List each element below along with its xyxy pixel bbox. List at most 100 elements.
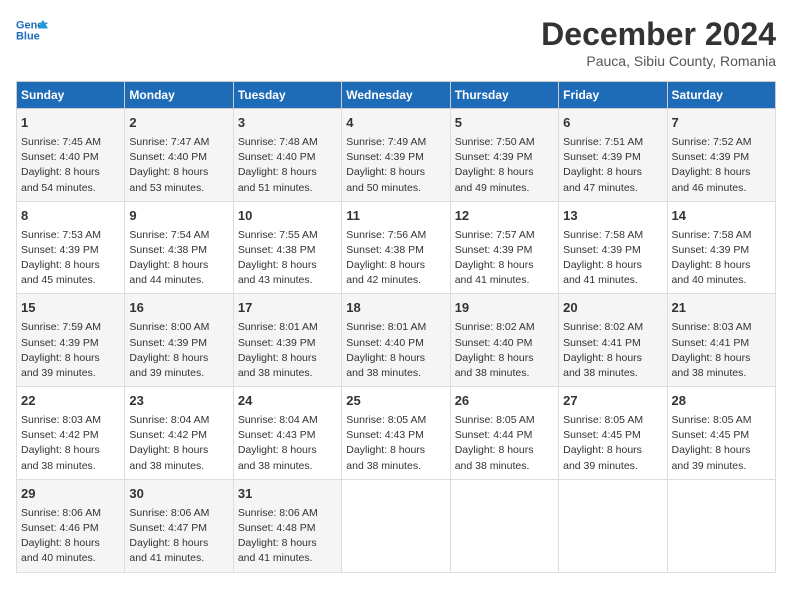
calendar-cell: 1 Sunrise: 7:45 AM Sunset: 4:40 PM Daylig…	[17, 109, 125, 202]
calendar-cell: 7 Sunrise: 7:52 AM Sunset: 4:39 PM Daylig…	[667, 109, 775, 202]
calendar-cell	[667, 479, 775, 572]
calendar-cell: 2 Sunrise: 7:47 AM Sunset: 4:40 PM Daylig…	[125, 109, 233, 202]
day-number: 26	[455, 392, 554, 411]
day-number: 23	[129, 392, 228, 411]
calendar-cell: 8 Sunrise: 7:53 AM Sunset: 4:39 PM Daylig…	[17, 201, 125, 294]
day-number: 22	[21, 392, 120, 411]
calendar-cell: 18Sunrise: 8:01 AM Sunset: 4:40 PM Dayli…	[342, 294, 450, 387]
calendar-cell	[559, 479, 667, 572]
day-number: 11	[346, 207, 445, 226]
day-number: 16	[129, 299, 228, 318]
day-number: 25	[346, 392, 445, 411]
day-info: Sunrise: 7:50 AM Sunset: 4:39 PM Dayligh…	[455, 135, 554, 196]
calendar-cell: 6Sunrise: 7:51 AM Sunset: 4:39 PM Daylig…	[559, 109, 667, 202]
day-info: Sunrise: 7:45 AM Sunset: 4:40 PM Dayligh…	[21, 135, 120, 196]
calendar-cell: 9Sunrise: 7:54 AM Sunset: 4:38 PM Daylig…	[125, 201, 233, 294]
day-info: Sunrise: 8:06 AM Sunset: 4:48 PM Dayligh…	[238, 506, 337, 567]
day-info: Sunrise: 8:06 AM Sunset: 4:46 PM Dayligh…	[21, 506, 120, 567]
calendar-cell: 28 Sunrise: 8:05 AM Sunset: 4:45 PM Dayli…	[667, 387, 775, 480]
logo: General Blue	[16, 16, 48, 44]
calendar-cell: 23 Sunrise: 8:04 AM Sunset: 4:42 PM Dayli…	[125, 387, 233, 480]
day-number: 20	[563, 299, 662, 318]
day-number: 29	[21, 485, 120, 504]
weekday-header-wednesday: Wednesday	[342, 82, 450, 109]
calendar-cell: 19 Sunrise: 8:02 AM Sunset: 4:40 PM Dayli…	[450, 294, 558, 387]
calendar-week-3: 15 Sunrise: 7:59 AM Sunset: 4:39 PM Dayli…	[17, 294, 776, 387]
day-number: 28	[672, 392, 771, 411]
day-info: Sunrise: 7:47 AM Sunset: 4:40 PM Dayligh…	[129, 135, 228, 196]
day-number: 13	[563, 207, 662, 226]
day-number: 15	[21, 299, 120, 318]
calendar-header-row: SundayMondayTuesdayWednesdayThursdayFrid…	[17, 82, 776, 109]
calendar-table: SundayMondayTuesdayWednesdayThursdayFrid…	[16, 81, 776, 573]
weekday-header-sunday: Sunday	[17, 82, 125, 109]
day-info: Sunrise: 8:04 AM Sunset: 4:43 PM Dayligh…	[238, 413, 337, 474]
day-number: 9	[129, 207, 228, 226]
day-info: Sunrise: 8:03 AM Sunset: 4:41 PM Dayligh…	[672, 320, 771, 381]
logo-icon: General Blue	[16, 16, 48, 44]
day-info: Sunrise: 7:58 AM Sunset: 4:39 PM Dayligh…	[672, 228, 771, 289]
calendar-cell: 17 Sunrise: 8:01 AM Sunset: 4:39 PM Dayli…	[233, 294, 341, 387]
calendar-cell: 16 Sunrise: 8:00 AM Sunset: 4:39 PM Dayli…	[125, 294, 233, 387]
calendar-cell: 20Sunrise: 8:02 AM Sunset: 4:41 PM Dayli…	[559, 294, 667, 387]
day-info: Sunrise: 7:56 AM Sunset: 4:38 PM Dayligh…	[346, 228, 445, 289]
day-number: 8	[21, 207, 120, 226]
calendar-cell: 29 Sunrise: 8:06 AM Sunset: 4:46 PM Dayli…	[17, 479, 125, 572]
weekday-header-saturday: Saturday	[667, 82, 775, 109]
calendar-cell: 22 Sunrise: 8:03 AM Sunset: 4:42 PM Dayli…	[17, 387, 125, 480]
day-info: Sunrise: 8:04 AM Sunset: 4:42 PM Dayligh…	[129, 413, 228, 474]
calendar-cell	[450, 479, 558, 572]
day-info: Sunrise: 7:52 AM Sunset: 4:39 PM Dayligh…	[672, 135, 771, 196]
day-number: 6	[563, 114, 662, 133]
day-info: Sunrise: 8:02 AM Sunset: 4:40 PM Dayligh…	[455, 320, 554, 381]
day-number: 17	[238, 299, 337, 318]
weekday-header-tuesday: Tuesday	[233, 82, 341, 109]
day-number: 19	[455, 299, 554, 318]
calendar-cell	[342, 479, 450, 572]
calendar-cell: 24 Sunrise: 8:04 AM Sunset: 4:43 PM Dayli…	[233, 387, 341, 480]
weekday-header-thursday: Thursday	[450, 82, 558, 109]
day-info: Sunrise: 8:01 AM Sunset: 4:39 PM Dayligh…	[238, 320, 337, 381]
day-number: 14	[672, 207, 771, 226]
day-info: Sunrise: 8:00 AM Sunset: 4:39 PM Dayligh…	[129, 320, 228, 381]
day-number: 10	[238, 207, 337, 226]
day-number: 1	[21, 114, 120, 133]
day-info: Sunrise: 8:05 AM Sunset: 4:45 PM Dayligh…	[672, 413, 771, 474]
day-info: Sunrise: 8:05 AM Sunset: 4:45 PM Dayligh…	[563, 413, 662, 474]
day-info: Sunrise: 7:57 AM Sunset: 4:39 PM Dayligh…	[455, 228, 554, 289]
weekday-header-friday: Friday	[559, 82, 667, 109]
location-subtitle: Pauca, Sibiu County, Romania	[541, 53, 776, 69]
day-number: 27	[563, 392, 662, 411]
day-info: Sunrise: 7:48 AM Sunset: 4:40 PM Dayligh…	[238, 135, 337, 196]
day-number: 30	[129, 485, 228, 504]
calendar-week-2: 8 Sunrise: 7:53 AM Sunset: 4:39 PM Daylig…	[17, 201, 776, 294]
calendar-cell: 13 Sunrise: 7:58 AM Sunset: 4:39 PM Dayli…	[559, 201, 667, 294]
day-number: 5	[455, 114, 554, 133]
month-title: December 2024	[541, 16, 776, 53]
day-number: 24	[238, 392, 337, 411]
day-info: Sunrise: 7:55 AM Sunset: 4:38 PM Dayligh…	[238, 228, 337, 289]
day-info: Sunrise: 7:58 AM Sunset: 4:39 PM Dayligh…	[563, 228, 662, 289]
calendar-cell: 11 Sunrise: 7:56 AM Sunset: 4:38 PM Dayli…	[342, 201, 450, 294]
day-info: Sunrise: 7:53 AM Sunset: 4:39 PM Dayligh…	[21, 228, 120, 289]
day-number: 21	[672, 299, 771, 318]
day-info: Sunrise: 8:03 AM Sunset: 4:42 PM Dayligh…	[21, 413, 120, 474]
day-number: 3	[238, 114, 337, 133]
day-number: 31	[238, 485, 337, 504]
day-info: Sunrise: 8:06 AM Sunset: 4:47 PM Dayligh…	[129, 506, 228, 567]
day-number: 2	[129, 114, 228, 133]
day-number: 7	[672, 114, 771, 133]
day-info: Sunrise: 7:59 AM Sunset: 4:39 PM Dayligh…	[21, 320, 120, 381]
calendar-cell: 5 Sunrise: 7:50 AM Sunset: 4:39 PM Daylig…	[450, 109, 558, 202]
calendar-cell: 30 Sunrise: 8:06 AM Sunset: 4:47 PM Dayli…	[125, 479, 233, 572]
calendar-body: 1 Sunrise: 7:45 AM Sunset: 4:40 PM Daylig…	[17, 109, 776, 573]
calendar-cell: 3 Sunrise: 7:48 AM Sunset: 4:40 PM Daylig…	[233, 109, 341, 202]
calendar-cell: 12 Sunrise: 7:57 AM Sunset: 4:39 PM Dayli…	[450, 201, 558, 294]
day-info: Sunrise: 8:01 AM Sunset: 4:40 PM Dayligh…	[346, 320, 445, 381]
day-number: 4	[346, 114, 445, 133]
day-info: Sunrise: 8:05 AM Sunset: 4:43 PM Dayligh…	[346, 413, 445, 474]
calendar-cell: 27 Sunrise: 8:05 AM Sunset: 4:45 PM Dayli…	[559, 387, 667, 480]
calendar-week-5: 29 Sunrise: 8:06 AM Sunset: 4:46 PM Dayli…	[17, 479, 776, 572]
day-number: 12	[455, 207, 554, 226]
svg-text:Blue: Blue	[16, 30, 40, 42]
